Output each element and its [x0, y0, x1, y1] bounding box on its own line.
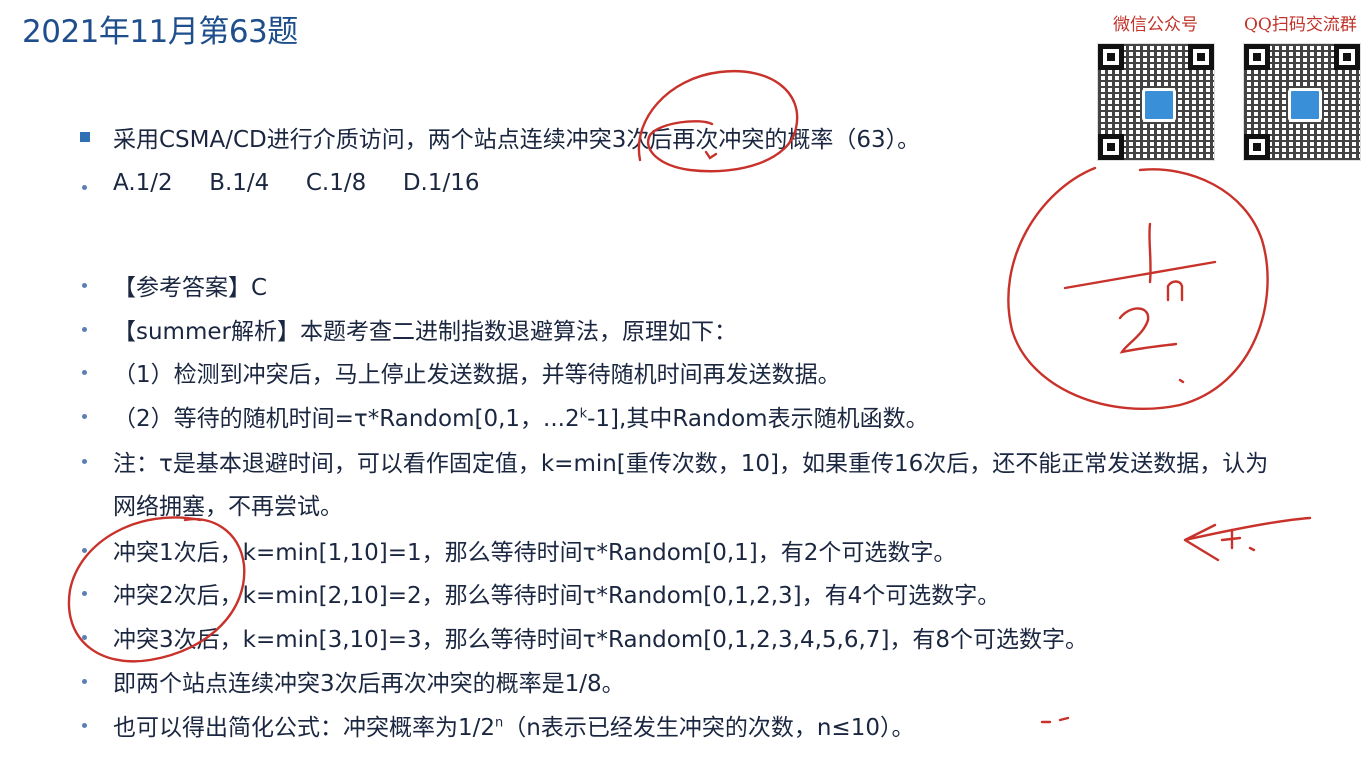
note-text-line1: 注：τ是基本退避时间，可以看作固定值，k=min[重传次数，10]，如果重传16…	[113, 451, 1269, 477]
collision3-text: 冲突3次后，k=min[3,10]=3，那么等待时间τ*Random[0,1,2…	[113, 627, 1089, 653]
step2-pre: （2）等待的随机时间=τ*Random[0,1，...2	[113, 406, 580, 432]
step2-text: （2）等待的随机时间=τ*Random[0,1，...2k-1],其中Rando…	[113, 399, 929, 433]
ink-big-circle	[1007, 166, 1269, 410]
ink-exponent-n	[1166, 280, 1184, 302]
dot-bullet-icon	[82, 414, 87, 419]
analysis-text: 【summer解析】本题考查二进制指数退避算法，原理如下：	[113, 319, 737, 345]
ink-fraction-bar	[1063, 260, 1217, 290]
dot-bullet-icon	[82, 591, 87, 596]
wechat-qr-code	[1097, 43, 1215, 161]
question-text: 采用CSMA/CD进行介质访问，两个站点连续冲突3次后再次冲突的概率（63）。	[113, 127, 921, 153]
ink-fraction-numerator	[1148, 222, 1152, 284]
note-text-line2: 网络拥塞，不再尝试。	[113, 494, 343, 520]
summer-logo-icon	[1142, 88, 1176, 122]
step2-post: -1],其中Random表示随机函数。	[587, 406, 929, 432]
dot-bullet-icon	[82, 327, 87, 332]
dot-bullet-icon	[82, 548, 87, 553]
ink-arrow-marks	[1220, 528, 1256, 552]
dot-bullet-icon	[82, 635, 87, 640]
formula-post: （n表示已经发生冲突的次数，n≤10）。	[503, 715, 915, 741]
qq-qr-code	[1243, 43, 1361, 161]
dot-bullet-icon	[82, 459, 87, 464]
slide-title: 2021年11月第63题	[22, 14, 298, 50]
answer-text: 【参考答案】C	[113, 275, 268, 301]
summer-logo-icon	[1288, 88, 1322, 122]
options-text: A.1/2 B.1/4 C.1/8 D.1/16	[113, 170, 480, 196]
dot-bullet-icon	[82, 679, 87, 684]
dot-bullet-icon	[82, 370, 87, 375]
square-bullet-icon	[80, 132, 90, 142]
wechat-qr-label: 微信公众号	[1113, 15, 1198, 35]
dot-bullet-icon	[82, 185, 87, 190]
dot-bullet-icon	[82, 283, 87, 288]
conclusion-text: 即两个站点连续冲突3次后再次冲突的概率是1/8。	[113, 671, 625, 697]
dot-bullet-icon	[82, 723, 87, 728]
formula-text: 也可以得出简化公式：冲突概率为1/2n（n表示已经发生冲突的次数，n≤10）。	[113, 708, 914, 742]
ink-dot	[1178, 378, 1185, 384]
step2-sup: k	[579, 406, 588, 422]
qq-qr-label: QQ扫码交流群	[1244, 15, 1357, 35]
formula-pre: 也可以得出简化公式：冲突概率为1/2	[113, 715, 496, 741]
ink-dashes	[1040, 716, 1070, 724]
ink-fraction-denominator	[1118, 307, 1178, 354]
collision1-text: 冲突1次后，k=min[1,10]=1，那么等待时间τ*Random[0,1]，…	[113, 540, 957, 566]
step1-text: （1）检测到冲突后，马上停止发送数据，并等待随机时间再发送数据。	[113, 362, 841, 388]
collision2-text: 冲突2次后，k=min[2,10]=2，那么等待时间τ*Random[0,1,2…	[113, 583, 1001, 609]
ink-arrow	[1183, 516, 1312, 562]
